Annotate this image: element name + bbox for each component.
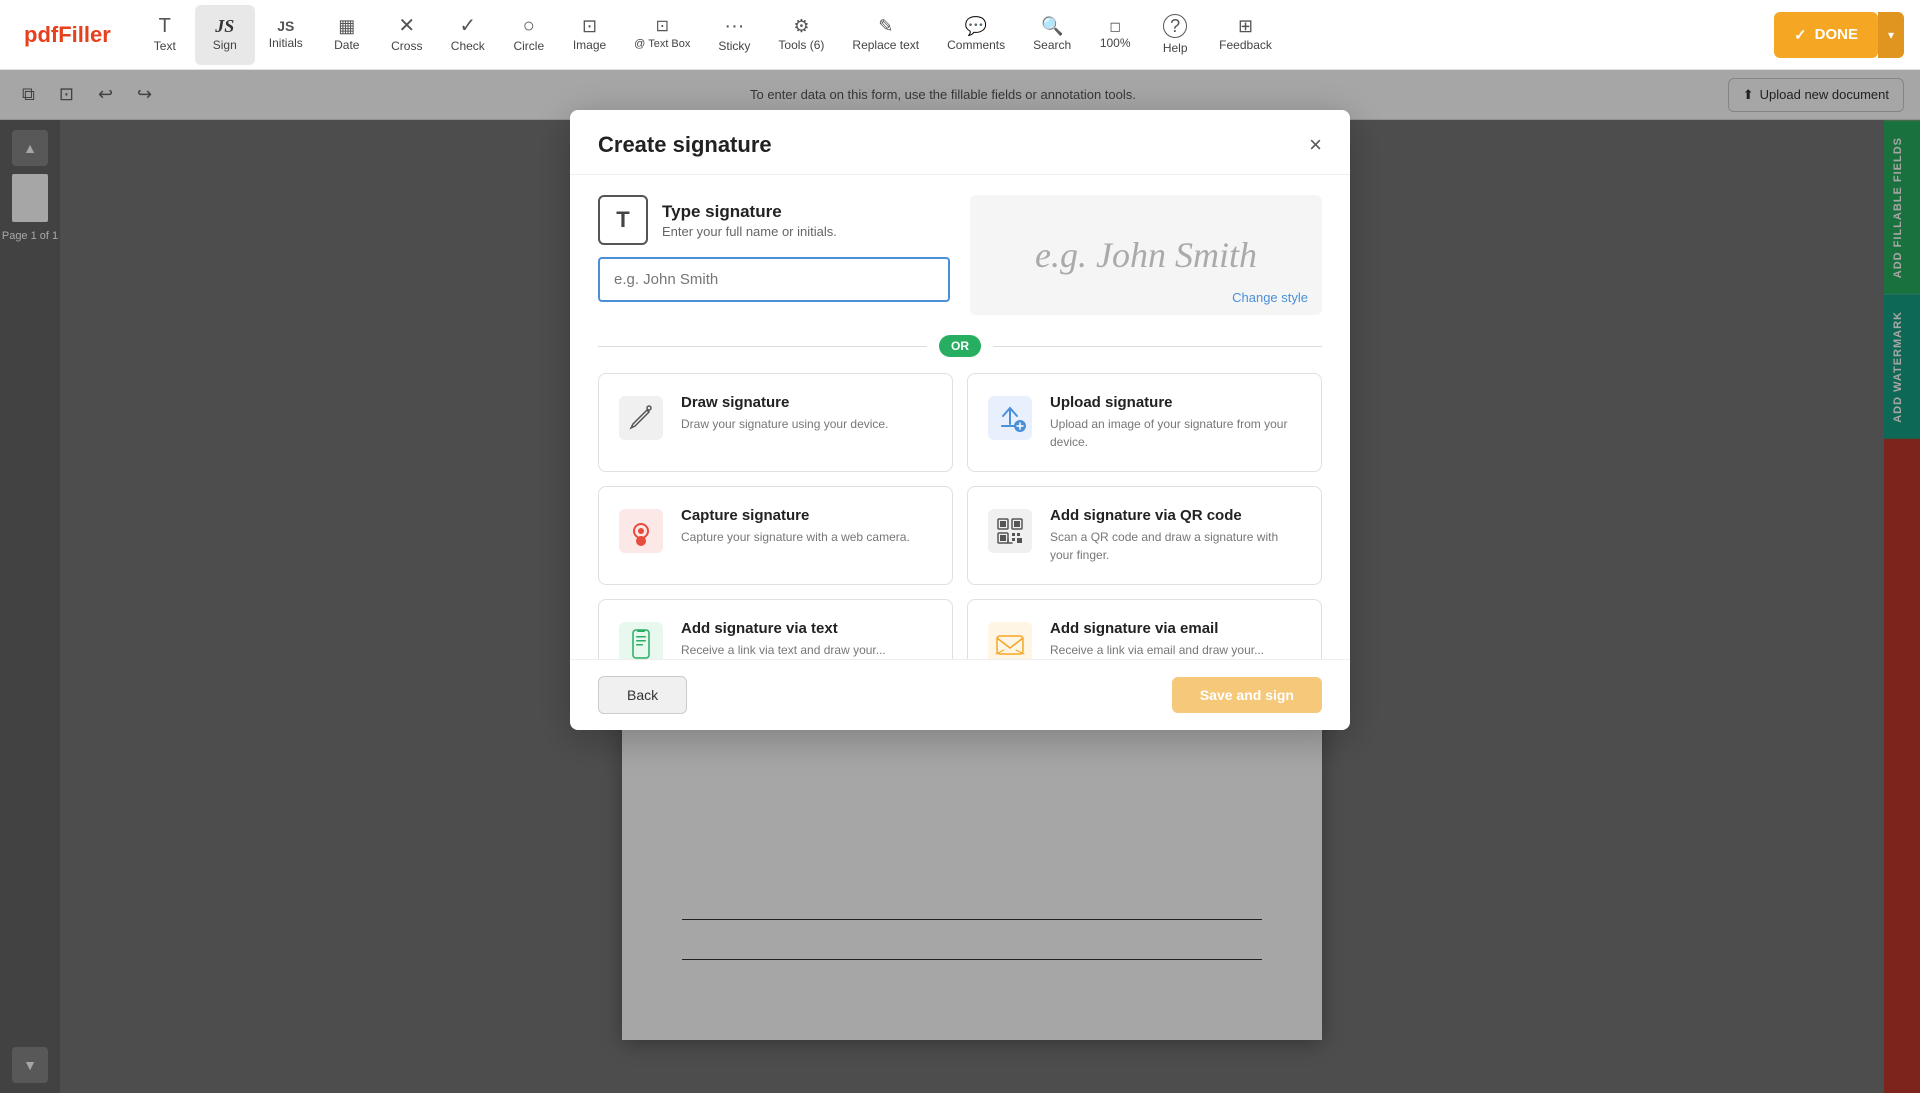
sms-icon xyxy=(617,620,665,659)
tool-comments[interactable]: 💬 Comments xyxy=(933,5,1019,65)
app-logo: pdfFiller xyxy=(8,22,127,48)
zoom-icon: ◻ xyxy=(1109,19,1121,33)
date-icon: ▦ xyxy=(338,17,355,35)
type-signature-left: T Type signature Enter your full name or… xyxy=(598,195,950,302)
capture-signature-heading: Capture signature xyxy=(681,507,910,524)
modal-title: Create signature xyxy=(598,132,772,158)
type-signature-header: T Type signature Enter your full name or… xyxy=(598,195,950,245)
email-signature-desc: Receive a link via email and draw your..… xyxy=(1050,641,1264,659)
text-icon: T xyxy=(159,16,171,36)
draw-signature-info: Draw signature Draw your signature using… xyxy=(681,394,888,433)
initials-icon: JS xyxy=(277,19,294,33)
text-signature-info: Add signature via text Receive a link vi… xyxy=(681,620,886,659)
toolbar-right: ✓ DONE ▾ xyxy=(1774,12,1912,58)
signature-options-grid: Draw signature Draw your signature using… xyxy=(598,373,1322,659)
tool-tools[interactable]: ⚙ Tools (6) xyxy=(764,5,838,65)
feedback-icon: ⊞ xyxy=(1238,17,1253,35)
email-signature-info: Add signature via email Receive a link v… xyxy=(1050,620,1264,659)
email-signature-heading: Add signature via email xyxy=(1050,620,1264,637)
or-line-left xyxy=(598,346,927,347)
comments-icon: 💬 xyxy=(965,17,987,35)
draw-signature-desc: Draw your signature using your device. xyxy=(681,415,888,433)
type-signature-section: T Type signature Enter your full name or… xyxy=(598,195,1322,315)
tools-icon: ⚙ xyxy=(793,17,809,35)
tool-check[interactable]: ✓ Check xyxy=(437,5,499,65)
signature-preview-text: e.g. John Smith xyxy=(1035,234,1257,276)
change-style-button[interactable]: Change style xyxy=(1232,290,1308,305)
signature-text-input[interactable] xyxy=(598,257,950,302)
qr-signature-heading: Add signature via QR code xyxy=(1050,507,1303,524)
save-and-sign-button[interactable]: Save and sign xyxy=(1172,677,1322,713)
tool-sign[interactable]: JS Sign xyxy=(195,5,255,65)
cross-icon: ✕ xyxy=(398,16,415,36)
type-signature-desc: Enter your full name or initials. xyxy=(662,224,837,239)
modal-header: Create signature × xyxy=(570,110,1350,175)
sign-icon: JS xyxy=(215,17,234,35)
tool-image[interactable]: ⊡ Image xyxy=(559,5,620,65)
qr-signature-info: Add signature via QR code Scan a QR code… xyxy=(1050,507,1303,564)
or-line-right xyxy=(993,346,1322,347)
tool-circle[interactable]: ○ Circle xyxy=(499,5,559,65)
tool-textbox[interactable]: ⊡ @ Text Box xyxy=(620,5,704,65)
tool-help[interactable]: ? Help xyxy=(1145,5,1205,65)
done-dropdown-button[interactable]: ▾ xyxy=(1878,12,1904,58)
circle-icon: ○ xyxy=(523,16,535,36)
tool-list: T Text JS Sign JS Initials ▦ Date ✕ Cros… xyxy=(135,5,1774,65)
qr-signature-card[interactable]: Add signature via QR code Scan a QR code… xyxy=(967,486,1322,585)
done-checkmark-icon: ✓ xyxy=(1794,26,1807,44)
tool-zoom[interactable]: ◻ 100% xyxy=(1085,5,1145,65)
type-signature-info: Type signature Enter your full name or i… xyxy=(662,202,837,239)
modal-backdrop: Create signature × T Type signature Ente… xyxy=(0,70,1920,1093)
qr-signature-desc: Scan a QR code and draw a signature with… xyxy=(1050,528,1303,564)
create-signature-modal: Create signature × T Type signature Ente… xyxy=(570,110,1350,730)
text-signature-heading: Add signature via text xyxy=(681,620,886,637)
done-button[interactable]: ✓ DONE xyxy=(1774,12,1878,58)
sticky-icon: ··· xyxy=(724,16,744,36)
email-signature-card[interactable]: Add signature via email Receive a link v… xyxy=(967,599,1322,659)
tool-date[interactable]: ▦ Date xyxy=(317,5,377,65)
upload-icon xyxy=(986,394,1034,442)
tool-initials[interactable]: JS Initials xyxy=(255,5,317,65)
draw-signature-heading: Draw signature xyxy=(681,394,888,411)
capture-signature-info: Capture signature Capture your signature… xyxy=(681,507,910,546)
search-icon: 🔍 xyxy=(1041,17,1063,35)
upload-signature-info: Upload signature Upload an image of your… xyxy=(1050,394,1303,451)
qr-code-icon xyxy=(986,507,1034,555)
upload-signature-card[interactable]: Upload signature Upload an image of your… xyxy=(967,373,1322,472)
image-icon: ⊡ xyxy=(582,17,597,35)
upload-signature-heading: Upload signature xyxy=(1050,394,1303,411)
check-icon: ✓ xyxy=(459,16,476,36)
tool-feedback[interactable]: ⊞ Feedback xyxy=(1205,5,1286,65)
back-button[interactable]: Back xyxy=(598,676,687,714)
text-signature-desc: Receive a link via text and draw your... xyxy=(681,641,886,659)
modal-close-button[interactable]: × xyxy=(1309,134,1322,156)
tool-cross[interactable]: ✕ Cross xyxy=(377,5,437,65)
draw-signature-card[interactable]: Draw signature Draw your signature using… xyxy=(598,373,953,472)
replace-text-icon: ✎ xyxy=(878,17,893,35)
toolbar: pdfFiller T Text JS Sign JS Initials ▦ D… xyxy=(0,0,1920,70)
email-icon xyxy=(986,620,1034,659)
signature-preview: e.g. John Smith Change style xyxy=(970,195,1322,315)
modal-footer: Back Save and sign xyxy=(570,659,1350,730)
done-dropdown-icon: ▾ xyxy=(1888,28,1894,42)
tool-search[interactable]: 🔍 Search xyxy=(1019,5,1085,65)
upload-signature-desc: Upload an image of your signature from y… xyxy=(1050,415,1303,451)
modal-body: T Type signature Enter your full name or… xyxy=(570,175,1350,659)
or-badge: OR xyxy=(939,335,981,357)
help-icon: ? xyxy=(1163,14,1187,38)
draw-icon xyxy=(617,394,665,442)
type-signature-icon: T xyxy=(598,195,648,245)
textbox-icon: ⊡ xyxy=(656,19,669,35)
tool-text[interactable]: T Text xyxy=(135,5,195,65)
or-divider: OR xyxy=(598,335,1322,357)
capture-signature-desc: Capture your signature with a web camera… xyxy=(681,528,910,546)
capture-signature-card[interactable]: Capture signature Capture your signature… xyxy=(598,486,953,585)
type-signature-heading: Type signature xyxy=(662,202,837,222)
capture-icon xyxy=(617,507,665,555)
tool-replace-text[interactable]: ✎ Replace text xyxy=(838,5,933,65)
tool-sticky[interactable]: ··· Sticky xyxy=(704,5,764,65)
text-signature-card[interactable]: Add signature via text Receive a link vi… xyxy=(598,599,953,659)
